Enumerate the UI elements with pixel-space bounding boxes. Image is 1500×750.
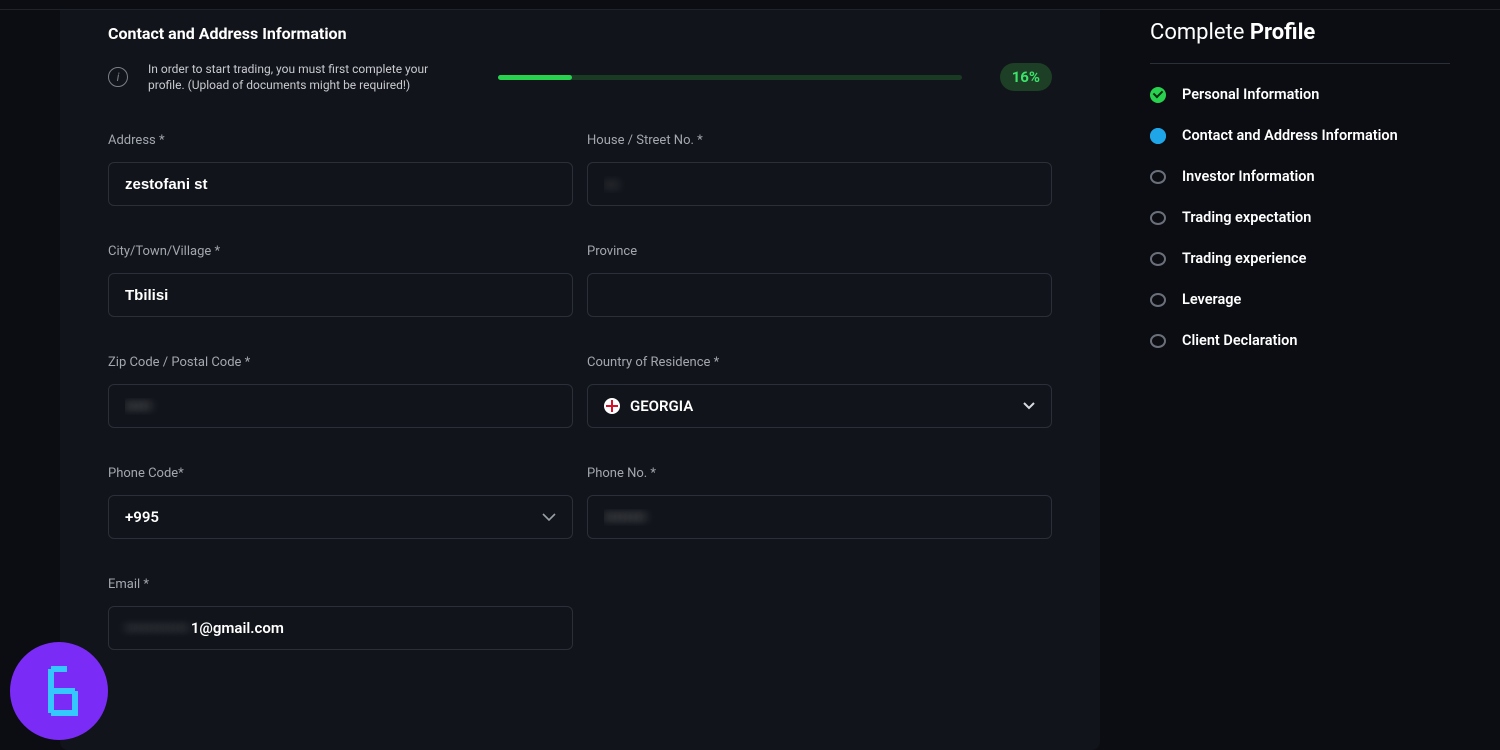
select-country-value: GEORGIA xyxy=(630,397,693,415)
step-label: Investor Information xyxy=(1182,168,1315,185)
field-address: Address * xyxy=(108,133,573,206)
step-client-declaration[interactable]: Client Declaration xyxy=(1150,332,1450,349)
circle-icon xyxy=(1150,252,1166,266)
step-contact-address[interactable]: Contact and Address Information xyxy=(1150,127,1450,144)
label-country: Country of Residence * xyxy=(587,355,1052,370)
step-label: Leverage xyxy=(1182,291,1241,308)
circle-icon xyxy=(1150,211,1166,225)
input-city[interactable] xyxy=(108,273,573,317)
sidebar-title-light: Complete xyxy=(1150,20,1250,45)
main-panel: Contact and Address Information i In ord… xyxy=(60,10,1100,750)
notice-row: i In order to start trading, you must fi… xyxy=(108,61,1052,93)
sidebar-title-bold: Profile xyxy=(1250,20,1315,45)
notice-text: In order to start trading, you must firs… xyxy=(148,61,458,93)
input-zip[interactable] xyxy=(108,384,573,428)
info-icon: i xyxy=(108,67,128,87)
field-zip: Zip Code / Postal Code * xyxy=(108,355,573,428)
field-province: Province xyxy=(587,244,1052,317)
select-phonecode-value: +995 xyxy=(125,508,159,526)
brand-fab[interactable] xyxy=(10,642,108,740)
email-masked: •••••••••••• xyxy=(125,619,189,637)
field-city: City/Town/Village * xyxy=(108,244,573,317)
circle-icon xyxy=(1150,334,1166,348)
step-trading-experience[interactable]: Trading experience xyxy=(1150,250,1450,267)
progress-percent-badge: 16% xyxy=(1000,63,1052,91)
label-address: Address * xyxy=(108,133,573,148)
select-phonecode[interactable]: +995 xyxy=(108,495,573,539)
label-email: Email * xyxy=(108,577,573,592)
sidebar: Complete Profile Personal Information Co… xyxy=(1150,10,1450,750)
check-circle-icon xyxy=(1150,87,1166,103)
input-province[interactable] xyxy=(587,273,1052,317)
step-investor-information[interactable]: Investor Information xyxy=(1150,168,1450,185)
input-address[interactable] xyxy=(108,162,573,206)
label-city: City/Town/Village * xyxy=(108,244,573,259)
field-phone: Phone No. * xyxy=(587,466,1052,539)
sidebar-title: Complete Profile xyxy=(1150,20,1450,45)
field-phonecode: Phone Code* +995 xyxy=(108,466,573,539)
section-title: Contact and Address Information xyxy=(108,24,1052,43)
label-province: Province xyxy=(587,244,1052,259)
step-label: Contact and Address Information xyxy=(1182,127,1398,144)
current-dot-icon xyxy=(1150,128,1166,144)
field-country: Country of Residence * GEORGIA xyxy=(587,355,1052,428)
step-leverage[interactable]: Leverage xyxy=(1150,291,1450,308)
field-house: House / Street No. * xyxy=(587,133,1052,206)
label-house: House / Street No. * xyxy=(587,133,1052,148)
sidebar-divider xyxy=(1150,63,1450,64)
step-list: Personal Information Contact and Address… xyxy=(1150,86,1450,349)
step-label: Trading experience xyxy=(1182,250,1306,267)
page-wrap: Contact and Address Information i In ord… xyxy=(0,10,1500,750)
circle-icon xyxy=(1150,293,1166,307)
flag-icon xyxy=(604,398,620,414)
step-label: Trading expectation xyxy=(1182,209,1311,226)
step-label: Client Declaration xyxy=(1182,332,1297,349)
progress-bar xyxy=(498,75,962,80)
email-visible: 1@gmail.com xyxy=(191,619,284,637)
step-personal-information[interactable]: Personal Information xyxy=(1150,86,1450,103)
step-label: Personal Information xyxy=(1182,86,1319,103)
form-grid: Address * House / Street No. * City/Town… xyxy=(108,133,1052,650)
input-phone[interactable] xyxy=(587,495,1052,539)
circle-icon xyxy=(1150,170,1166,184)
input-email[interactable]: •••••••••••• 1@gmail.com xyxy=(108,606,573,650)
label-phone: Phone No. * xyxy=(587,466,1052,481)
select-country[interactable]: GEORGIA xyxy=(587,384,1052,428)
input-house[interactable] xyxy=(587,162,1052,206)
brand-logo-icon xyxy=(31,663,87,719)
step-trading-expectation[interactable]: Trading expectation xyxy=(1150,209,1450,226)
label-zip: Zip Code / Postal Code * xyxy=(108,355,573,370)
progress-fill xyxy=(498,75,572,80)
chevron-down-icon xyxy=(542,513,556,522)
label-phonecode: Phone Code* xyxy=(108,466,573,481)
top-divider xyxy=(0,0,1500,10)
field-email: Email * •••••••••••• 1@gmail.com xyxy=(108,577,573,650)
caret-down-icon xyxy=(1023,402,1035,410)
